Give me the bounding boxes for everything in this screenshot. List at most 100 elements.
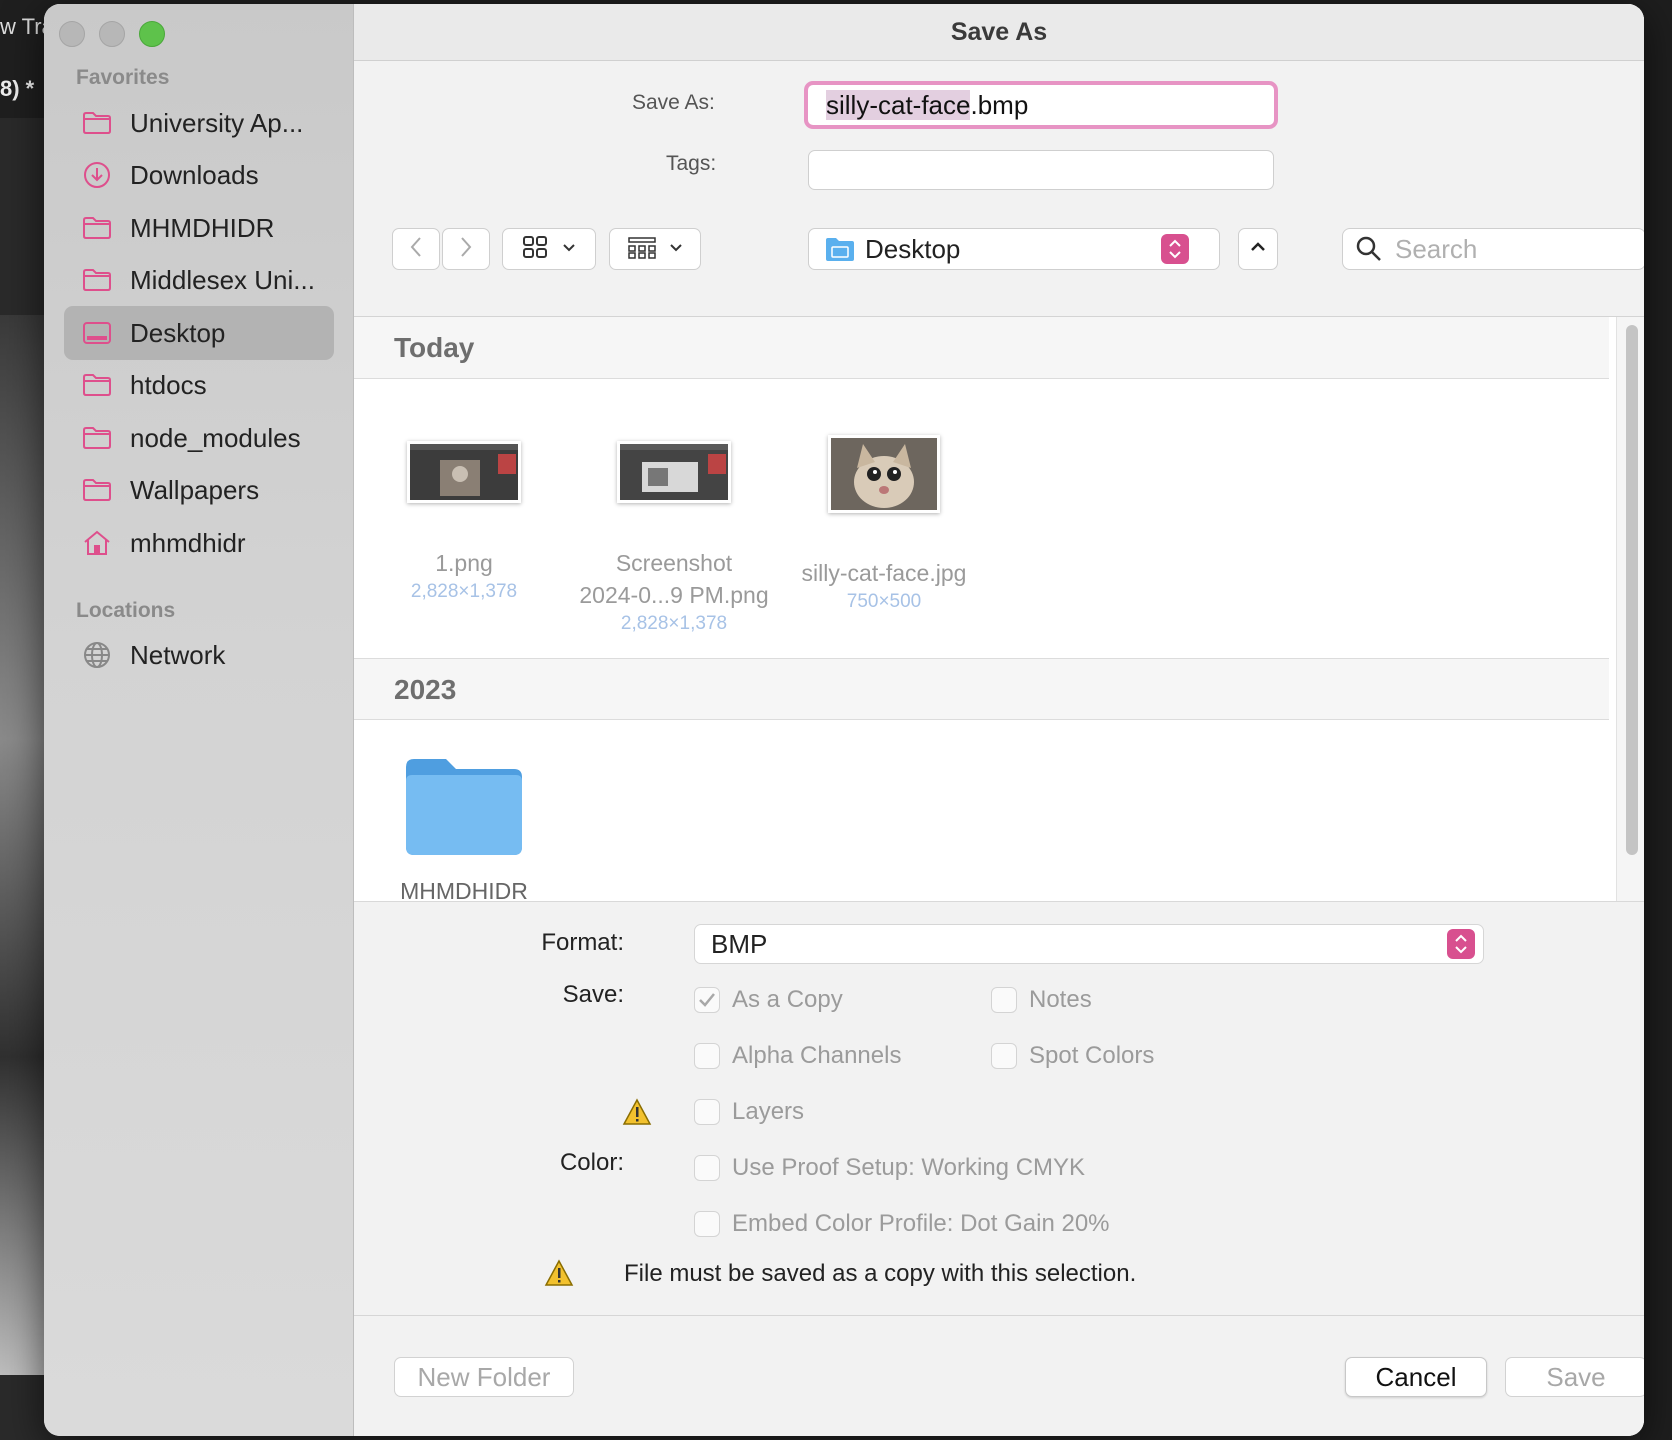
- gallery-grid-icon: [627, 235, 657, 264]
- sidebar-item-htdocs[interactable]: htdocs: [64, 358, 334, 412]
- folder-icon: [80, 370, 114, 400]
- checkbox-label: Alpha Channels: [732, 1042, 902, 1069]
- sidebar-item-university[interactable]: University Ap...: [64, 96, 334, 150]
- spot-colors-checkbox[interactable]: Spot Colors: [991, 1042, 1154, 1070]
- chevron-down-icon: [562, 240, 576, 258]
- folder-icon: [404, 757, 524, 857]
- group-view-button[interactable]: [609, 228, 701, 270]
- popup-stepper-icon: [1447, 929, 1475, 959]
- sidebar-item-middlesex[interactable]: Middlesex Uni...: [64, 253, 334, 307]
- sidebar-item-label: htdocs: [130, 369, 207, 400]
- sidebar-item-desktop[interactable]: Desktop: [64, 306, 334, 360]
- chevron-up-icon: [1250, 240, 1266, 258]
- globe-icon: [80, 640, 114, 670]
- checkbox-box: [694, 1155, 720, 1181]
- checkbox-label: Notes: [1029, 986, 1092, 1013]
- sidebar-item-mhmdhidr-folder[interactable]: MHMDHIDR: [64, 201, 334, 255]
- scrollbar-thumb[interactable]: [1626, 325, 1638, 855]
- format-label: Format:: [541, 929, 624, 956]
- expand-collapse-button[interactable]: [1238, 228, 1278, 270]
- background-canvas: [0, 315, 50, 1375]
- copy-warning-text: File must be saved as a copy with this s…: [624, 1260, 1137, 1287]
- checkbox-box: [991, 1043, 1017, 1069]
- alpha-channels-checkbox[interactable]: Alpha Channels: [694, 1042, 901, 1070]
- filename-selected-text: silly-cat-face: [826, 90, 971, 120]
- scrollbar[interactable]: [1616, 317, 1644, 901]
- checkbox-label: As a Copy: [732, 986, 843, 1013]
- warning-icon: [544, 1259, 574, 1292]
- window-title: Save As: [354, 4, 1644, 61]
- desktop-folder-icon: [825, 236, 855, 262]
- file-name: silly-cat-face.jpg: [801, 560, 967, 586]
- notes-checkbox[interactable]: Notes: [991, 986, 1092, 1014]
- tags-input[interactable]: [808, 150, 1274, 190]
- folder-icon: [80, 213, 114, 243]
- chevron-right-icon: [458, 235, 474, 264]
- close-window-button[interactable]: [59, 21, 85, 47]
- locations-heading: Locations: [76, 599, 176, 622]
- checkbox-label: Layers: [732, 1098, 805, 1125]
- forward-button[interactable]: [442, 228, 490, 270]
- sidebar-item-label: Middlesex Uni...: [130, 264, 315, 295]
- sidebar-item-downloads[interactable]: Downloads: [64, 148, 334, 202]
- checkbox-box: [694, 987, 720, 1013]
- save-button[interactable]: Save: [1505, 1357, 1644, 1397]
- file-item-1png[interactable]: 1.png 2,828×1,378: [354, 435, 574, 605]
- use-proof-setup-checkbox[interactable]: Use Proof Setup: Working CMYK: [694, 1154, 1085, 1182]
- filename-input[interactable]: silly-cat-face.bmp: [804, 81, 1278, 129]
- icon-view-button[interactable]: [502, 228, 596, 270]
- checkbox-box: [694, 1099, 720, 1125]
- sidebar: Favorites University Ap... Downloads MHM…: [44, 4, 354, 1436]
- main-panel: Save As Save As: silly-cat-face.bmp Tags…: [354, 4, 1644, 1436]
- format-value: BMP: [711, 929, 768, 959]
- layers-checkbox[interactable]: Layers: [694, 1098, 804, 1126]
- dialog-footer: New Folder Cancel Save: [354, 1315, 1644, 1436]
- minimize-window-button[interactable]: [99, 21, 125, 47]
- checkbox-label: Use Proof Setup: Working CMYK: [732, 1154, 1086, 1181]
- sidebar-item-label: Network: [130, 639, 226, 670]
- sidebar-item-home[interactable]: mhmdhidr: [64, 516, 334, 570]
- checkbox-box: [694, 1211, 720, 1237]
- folder-item-mhmdhidr[interactable]: MHMDHIDR: [354, 757, 574, 901]
- location-popup[interactable]: Desktop: [808, 228, 1220, 270]
- back-button[interactable]: [392, 228, 440, 270]
- checkbox-box: [991, 987, 1017, 1013]
- as-a-copy-checkbox[interactable]: As a Copy: [694, 986, 843, 1014]
- file-item-screenshot[interactable]: Screenshot 2024-0...9 PM.png 2,828×1,378: [564, 435, 784, 637]
- folder-icon: [80, 475, 114, 505]
- save-form: Save As: silly-cat-face.bmp Tags: Deskto…: [354, 61, 1644, 317]
- chevron-down-icon: [669, 240, 683, 258]
- sidebar-item-node-modules[interactable]: node_modules: [64, 411, 334, 465]
- tags-label: Tags:: [666, 152, 717, 175]
- home-icon: [80, 528, 114, 558]
- section-2023: 2023: [354, 658, 1609, 720]
- sidebar-item-label: Downloads: [130, 159, 259, 190]
- sidebar-item-wallpapers[interactable]: Wallpapers: [64, 463, 334, 517]
- checkbox-box: [694, 1043, 720, 1069]
- search-placeholder: Search: [1395, 233, 1478, 264]
- grid-view-icon: [522, 235, 548, 264]
- embed-color-profile-checkbox[interactable]: Embed Color Profile: Dot Gain 20%: [694, 1210, 1110, 1238]
- checkbox-label: Spot Colors: [1029, 1042, 1155, 1069]
- cancel-button[interactable]: Cancel: [1345, 1357, 1487, 1397]
- sidebar-item-network[interactable]: Network: [64, 628, 334, 682]
- folder-icon: [80, 108, 114, 138]
- section-today: Today: [354, 317, 1609, 379]
- sidebar-item-label: University Ap...: [130, 107, 304, 138]
- search-input[interactable]: Search: [1342, 228, 1644, 270]
- file-item-silly-cat-face[interactable]: silly-cat-face.jpg 750×500: [774, 435, 994, 615]
- checkbox-label: Embed Color Profile: Dot Gain 20%: [732, 1210, 1110, 1237]
- background-edge: [1640, 0, 1672, 1440]
- favorites-heading: Favorites: [76, 66, 170, 89]
- format-popup[interactable]: BMP: [694, 924, 1484, 964]
- file-dimensions: 2,828×1,378: [620, 613, 728, 634]
- new-folder-button[interactable]: New Folder: [394, 1357, 574, 1397]
- sidebar-item-label: Wallpapers: [130, 474, 260, 505]
- background-doc-title: 8) *: [0, 76, 35, 101]
- file-name: Screenshot: [615, 550, 733, 576]
- chevron-left-icon: [408, 235, 424, 264]
- file-name: MHMDHIDR: [400, 878, 528, 901]
- search-icon: [1355, 235, 1383, 263]
- folder-icon: [80, 265, 114, 295]
- zoom-window-button[interactable]: [139, 21, 165, 47]
